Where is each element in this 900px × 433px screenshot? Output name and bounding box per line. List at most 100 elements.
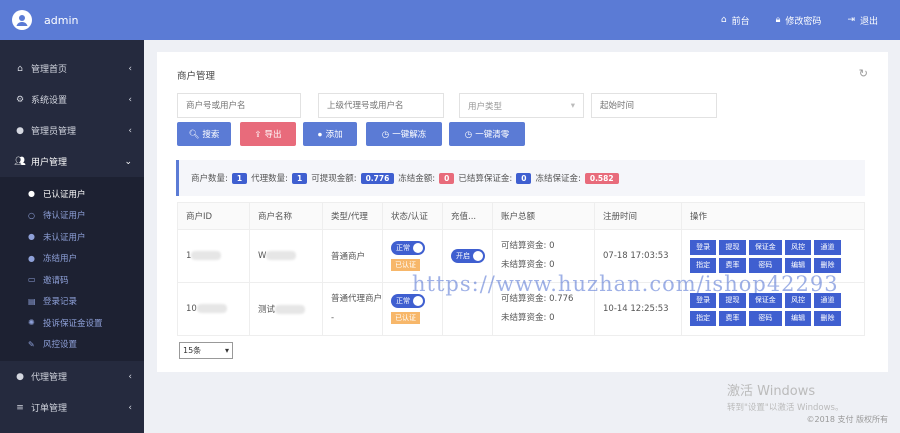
user-outline-icon: ○ (28, 210, 35, 220)
stats-bar: 商户数量: 1 代理数量: 1 可提现金额: 0.776 冻结金额: 0 已结算保证金:… (176, 160, 865, 196)
risk-button[interactable]: 风控 (784, 239, 812, 255)
chevron-left-icon: ‹ (128, 371, 132, 382)
submenu-label: 邀请码 (43, 275, 69, 286)
menu-admin-management[interactable]: ● 管理员管理 ‹ (0, 115, 144, 146)
caret-down-icon: ▾ (570, 100, 575, 111)
assign-button[interactable]: 指定 (690, 310, 717, 326)
agent-text: - (331, 313, 335, 323)
status-toggle[interactable]: 正常 (391, 294, 425, 308)
merchant-search-input[interactable] (177, 93, 301, 118)
frontend-link-label: 前台 (731, 16, 750, 27)
file-icon: ▤ (28, 296, 36, 306)
change-password-link[interactable]: 🔒︎ 修改密码 (776, 14, 822, 27)
user-plus-icon: ● (28, 232, 35, 242)
avail-label: 可结算资金: (501, 241, 547, 251)
col-merchant-id[interactable]: 商户ID (177, 202, 250, 230)
withdraw-button[interactable]: 提现 (719, 239, 746, 255)
col-account-total[interactable]: 账户总额 (492, 202, 595, 230)
user-type-select[interactable]: 用户类型 ▾ (459, 93, 584, 118)
col-register-time[interactable]: 注册时间 (594, 202, 682, 230)
password-button[interactable]: 密码 (748, 310, 782, 326)
col-type-agent[interactable]: 类型/代理 (322, 202, 383, 230)
activation-hint: 转到"设置"以激活 Windows。 (727, 403, 844, 413)
status-toggle[interactable]: 正常 (391, 241, 425, 255)
col-merchant-name[interactable]: 商户名称 (249, 202, 323, 230)
submenu-label: 未认证用户 (43, 232, 86, 243)
activation-title: 激活 Windows (727, 384, 816, 399)
login-button[interactable]: 登录 (690, 239, 717, 255)
start-time-input[interactable] (591, 93, 717, 118)
status-toggle-label: 正常 (396, 297, 410, 305)
user-avatar-icon (16, 15, 28, 26)
submenu-invite-codes[interactable]: ▭ 邀请码 (0, 269, 144, 291)
merchant-name-text: W (258, 251, 267, 261)
submenu-login-records[interactable]: ▤ 登录记录 (0, 291, 144, 313)
assign-button[interactable]: 指定 (690, 257, 717, 273)
agent-search-input[interactable] (318, 93, 444, 118)
chevron-left-icon: ‹ (128, 63, 132, 74)
submenu-verified-users[interactable]: ● 已认证用户 (0, 183, 144, 205)
submenu-label: 登录记录 (43, 297, 78, 308)
action-buttons: 登录 提现 保证金 风控 通道 指定 费率 密码 编辑 删除 (690, 239, 850, 273)
top-nav: ⌂ 前台 🔒︎ 修改密码 ⇥ 退出 (721, 14, 878, 27)
frontend-link[interactable]: ⌂ 前台 (721, 14, 750, 27)
password-button[interactable]: 密码 (748, 257, 782, 273)
settled-deposit-badge: 0 (516, 172, 532, 184)
user-icon: ● (28, 189, 35, 199)
delete-button[interactable]: 删除 (814, 257, 841, 273)
username[interactable]: admin (44, 14, 78, 27)
ticket-icon: ▭ (28, 275, 36, 285)
main-panel: 商户管理 ↻ 用户类型▾ 🔍︎搜索 ⇪导出 ●添加 ◷一键解冻 ◷一键清零 商户… (157, 52, 888, 372)
frozen-deposit-badge: 0.582 (584, 172, 619, 184)
refresh-icon[interactable]: ↻ (859, 67, 868, 80)
submenu-risk-settings[interactable]: ✎ 风控设置 (0, 334, 144, 356)
cell-merchant-name: W (249, 229, 323, 283)
edit-button[interactable]: 编辑 (784, 257, 812, 273)
settled-deposit-label: 已结算保证金: (458, 174, 513, 184)
auth-badge: 已认证 (391, 312, 420, 324)
add-button[interactable]: ● 添加 (303, 122, 357, 146)
submenu-label: 风控设置 (43, 340, 78, 351)
submenu-complaint-deposit[interactable]: ✺ 投诉保证金设置 (0, 312, 144, 334)
logout-link[interactable]: ⇥ 退出 (847, 14, 878, 27)
col-recharge[interactable]: 充值... (442, 202, 493, 230)
clear-all-button[interactable]: ◷ 一键清零 (449, 122, 525, 146)
frozen-badge: 0 (439, 172, 455, 184)
rate-button[interactable]: 费率 (719, 257, 746, 273)
menu-system-settings[interactable]: ⚙ 系统设置 ‹ (0, 84, 144, 115)
rate-button[interactable]: 费率 (719, 310, 746, 326)
page-size-select[interactable]: 15条 ▾ (179, 342, 233, 359)
page-title: 商户管理 (177, 71, 216, 82)
watermark-text: https://www.huzhan.com/ishop42293 (412, 272, 839, 296)
edit-button[interactable]: 编辑 (784, 310, 812, 326)
avatar[interactable] (12, 10, 32, 30)
export-button[interactable]: ⇪ 导出 (240, 122, 296, 146)
submenu-frozen-users[interactable]: ● 冻结用户 (0, 248, 144, 270)
menu-order-management[interactable]: ≡ 订单管理 ‹ (0, 392, 144, 423)
cell-merchant-id: 1 (177, 229, 250, 283)
logout-label: 退出 (859, 16, 878, 27)
unfreeze-all-button[interactable]: ◷ 一键解冻 (366, 122, 442, 146)
table-header-row: 商户ID 商户名称 类型/代理 状态/认证 充值... 账户总额 注册时间 操作 (177, 202, 865, 230)
deposit-button[interactable]: 保证金 (748, 239, 782, 255)
lock-icon: 🔒︎ (775, 15, 781, 25)
user-submenu: ● 已认证用户 ○ 待认证用户 ● 未认证用户 ● 冻结用户 ▭ 邀请码 ▤ 登录记录 ✺ 投… (0, 177, 144, 361)
action-buttons: 登录 提现 保证金 风控 通道 指定 费率 密码 编辑 删除 (690, 292, 850, 326)
search-button[interactable]: 🔍︎ 搜索 (177, 122, 231, 146)
toggle-knob (413, 243, 423, 253)
avail-value: 0 (549, 241, 555, 251)
recharge-toggle[interactable]: 开启 (451, 249, 485, 263)
submenu-label: 待认证用户 (43, 211, 86, 222)
menu-dashboard[interactable]: ⌂ 管理首页 ‹ (0, 53, 144, 84)
toggle-knob (413, 296, 423, 306)
col-status-auth[interactable]: 状态/认证 (382, 202, 443, 230)
submenu-unverified-users[interactable]: ● 未认证用户 (0, 226, 144, 248)
merchant-count-label: 商户数量: (191, 174, 228, 184)
delete-button[interactable]: 删除 (814, 310, 841, 326)
channel-button[interactable]: 通道 (814, 239, 841, 255)
menu-label: 管理员管理 (31, 127, 77, 137)
submenu-pending-users[interactable]: ○ 待认证用户 (0, 205, 144, 227)
menu-user-management[interactable]: 👥︎ 用户管理 ⌄ (0, 146, 144, 177)
menu-agent-management[interactable]: ● 代理管理 ‹ (0, 361, 144, 392)
search-icon: 🔍︎ (188, 128, 200, 139)
